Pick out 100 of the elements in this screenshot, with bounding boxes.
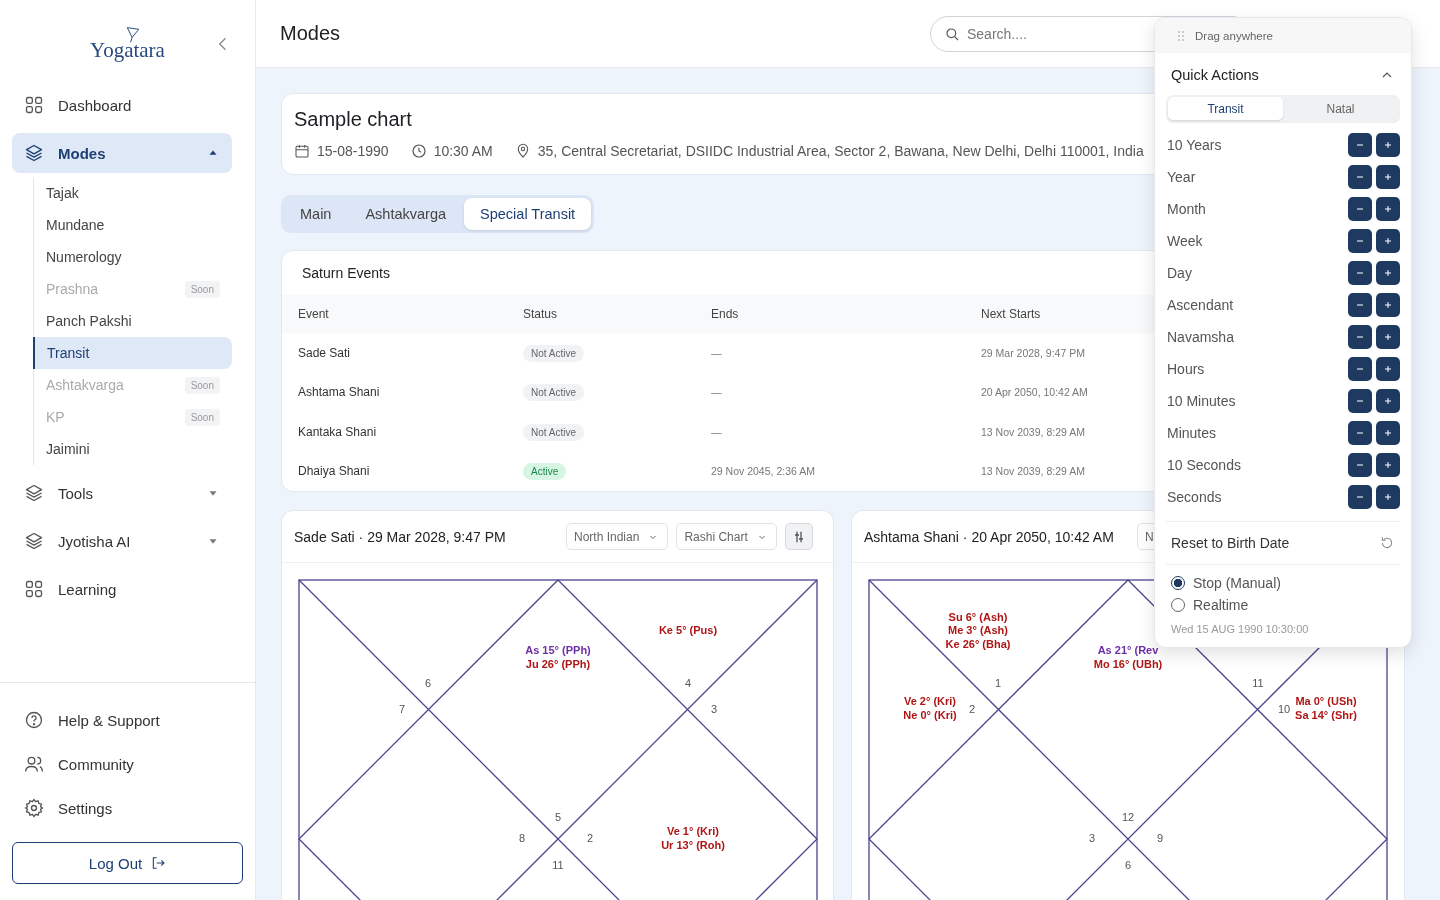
plus-icon	[1382, 363, 1394, 375]
decrement-button[interactable]	[1348, 453, 1372, 477]
sub-nav-label: KP	[46, 409, 66, 425]
nav-item[interactable]: Learning	[12, 569, 232, 609]
sub-nav-label: Prashna	[46, 281, 100, 297]
sub-nav-item[interactable]: Transit	[33, 337, 232, 369]
increment-button[interactable]	[1376, 293, 1400, 317]
increment-button[interactable]	[1376, 389, 1400, 413]
nav-item[interactable]: Dashboard	[12, 85, 232, 125]
plus-icon	[1382, 267, 1394, 279]
plus-icon	[1382, 395, 1394, 407]
table-cell: 20 Apr 2050, 10:42 AM	[981, 386, 1088, 399]
layers-icon	[24, 143, 44, 163]
help-icon	[24, 710, 44, 730]
planet-label: Ke 5° (Pus)	[658, 624, 718, 636]
status-badge: Not Active	[523, 384, 585, 402]
nav-label: Modes	[58, 144, 107, 162]
planet-label: Ve 2° (Kri)	[903, 695, 957, 708]
radio-option[interactable]: Realtime	[1171, 597, 1395, 613]
soon-badge: Soon	[184, 280, 220, 298]
nav-item[interactable]: Jyotisha AI	[12, 521, 232, 561]
decrement-button[interactable]	[1348, 421, 1372, 445]
decrement-button[interactable]	[1348, 485, 1372, 509]
decrement-button[interactable]	[1348, 229, 1372, 253]
sub-nav-item[interactable]: Mundane	[34, 209, 232, 241]
sub-nav-item[interactable]: Jaimini	[34, 433, 232, 465]
increment-button[interactable]	[1376, 261, 1400, 285]
increment-button[interactable]	[1376, 197, 1400, 221]
increment-button[interactable]	[1376, 453, 1400, 477]
increment-button[interactable]	[1376, 165, 1400, 189]
table-cell: 29 Nov 2045, 2:36 AM	[711, 465, 815, 478]
footer-label: Settings	[58, 799, 114, 817]
drag-handle-bar[interactable]: Drag anywhere	[1155, 18, 1411, 53]
table-cell: —	[711, 425, 722, 438]
footer-link[interactable]: Settings	[12, 786, 232, 830]
column-header: Status	[523, 307, 558, 321]
plus-icon	[1382, 139, 1394, 151]
tab[interactable]: Ashtakvarga	[349, 198, 463, 230]
chart-card-title: Ashtama Shani · 20 Apr 2050, 10:42 AM	[864, 528, 1114, 545]
grid-icon	[24, 95, 44, 115]
adjust-button[interactable]	[784, 523, 813, 550]
step-label: Year	[1167, 169, 1197, 185]
logo: Yogatara	[90, 38, 165, 63]
search-icon	[944, 25, 960, 42]
column-header: Event	[298, 307, 329, 321]
planet-label: Sa 14° (Shr)	[1295, 708, 1357, 721]
table-cell: —	[711, 386, 722, 399]
increment-button[interactable]	[1376, 229, 1400, 253]
radio-option[interactable]: Stop (Manual)	[1171, 575, 1395, 591]
house-number: 3	[710, 703, 718, 715]
decrement-button[interactable]	[1348, 389, 1372, 413]
decrement-button[interactable]	[1348, 165, 1372, 189]
house-number: 6	[424, 677, 432, 689]
reset-button[interactable]: Reset to Birth Date	[1166, 521, 1400, 565]
plus-icon	[1382, 203, 1394, 215]
dropdown[interactable]: North Indian	[566, 523, 669, 550]
step-label: Month	[1167, 201, 1207, 217]
birth-place: 35, Central Secretariat, DSIIDC Industrial Area, Sector 2, Bawana, New Delhi, Delhi 110001, India	[537, 143, 1144, 159]
house-number: 12	[1121, 811, 1135, 823]
sub-nav-label: Mundane	[46, 217, 106, 233]
house-number: 8	[518, 832, 526, 844]
dropdown[interactable]: Rashi Chart	[676, 523, 777, 550]
decrement-button[interactable]	[1348, 293, 1372, 317]
nav-item[interactable]: Modes	[12, 133, 232, 173]
sub-nav-item[interactable]: Panch Pakshi	[34, 305, 232, 337]
nav-label: Tools	[58, 484, 95, 502]
decrement-button[interactable]	[1348, 357, 1372, 381]
footer-link[interactable]: Help & Support	[12, 698, 232, 742]
increment-button[interactable]	[1376, 357, 1400, 381]
segment-tab[interactable]: Transit	[1168, 97, 1283, 120]
plus-icon	[1382, 235, 1394, 247]
increment-button[interactable]	[1376, 133, 1400, 157]
users-icon	[24, 754, 44, 774]
planet-label: Ju 26° (PPh)	[525, 657, 591, 670]
star-icon	[125, 26, 142, 44]
sub-nav-item[interactable]: Tajak	[34, 177, 232, 209]
house-number: 6	[1124, 859, 1132, 871]
table-cell: Kantaka Shani	[298, 424, 377, 439]
table-cell: 13 Nov 2039, 8:29 AM	[981, 465, 1085, 478]
table-cell: 29 Mar 2028, 9:47 PM	[981, 346, 1085, 359]
decrement-button[interactable]	[1348, 197, 1372, 221]
increment-button[interactable]	[1376, 325, 1400, 349]
footer-link[interactable]: Community	[12, 742, 232, 786]
tab[interactable]: Special Transit	[464, 198, 592, 230]
step-label: Week	[1167, 233, 1204, 249]
plus-icon	[1382, 459, 1394, 471]
planet-label: Su 6° (Ash)	[948, 610, 1008, 623]
sub-nav-item[interactable]: Numerology	[34, 241, 232, 273]
increment-button[interactable]	[1376, 421, 1400, 445]
decrement-button[interactable]	[1348, 261, 1372, 285]
logout-button[interactable]: Log Out	[12, 842, 243, 884]
decrement-button[interactable]	[1348, 133, 1372, 157]
column-header: Ends	[711, 307, 739, 321]
planet-label: Ur 13° (Roh)	[661, 838, 725, 851]
radio-button[interactable]	[1171, 576, 1185, 590]
nav-item[interactable]: Tools	[12, 473, 232, 513]
tab[interactable]: Main	[284, 198, 348, 230]
decrement-button[interactable]	[1348, 325, 1372, 349]
segment-tab[interactable]: Natal	[1283, 97, 1398, 120]
increment-button[interactable]	[1376, 485, 1400, 509]
